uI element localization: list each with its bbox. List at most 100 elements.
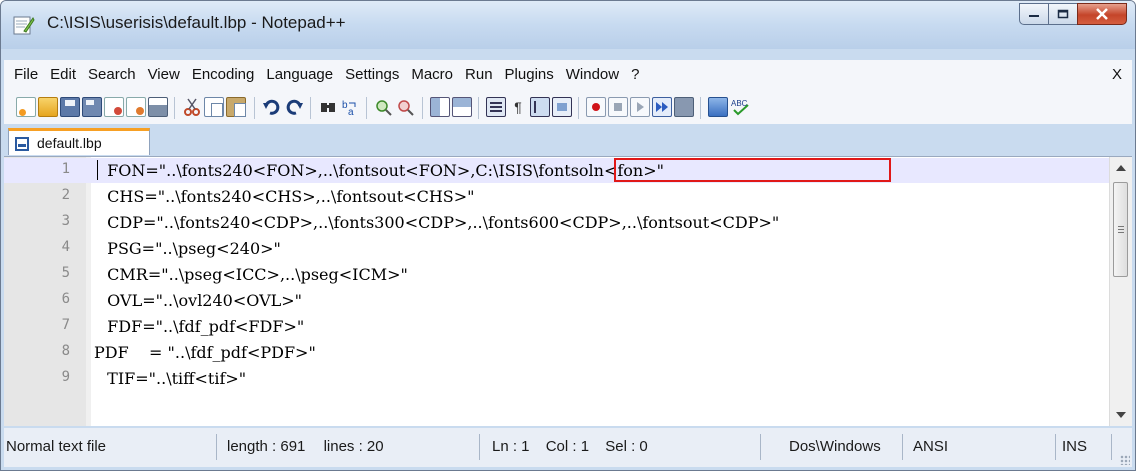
undo-icon[interactable] — [262, 97, 282, 117]
close-icon — [1096, 8, 1108, 20]
line-number: 9 — [61, 369, 70, 385]
line-number: 3 — [61, 213, 70, 229]
scroll-up-arrow-icon[interactable] — [1116, 165, 1126, 171]
line-text[interactable]: PSG="..\pseg<240>" — [97, 239, 281, 258]
word-wrap-icon[interactable] — [486, 97, 506, 117]
status-insert-mode: INS — [1056, 434, 1112, 460]
record-macro-icon[interactable] — [586, 97, 606, 117]
find-icon[interactable] — [318, 97, 338, 117]
editor-line[interactable]: 1 FON="..\fonts240<FON>,..\fontsout<FON>… — [4, 158, 1110, 183]
line-text[interactable]: TIF="..\tiff<tif>" — [97, 369, 246, 388]
menu-edit[interactable]: Edit — [50, 66, 76, 83]
toolbar-separator — [578, 97, 579, 119]
launch-browser-icon[interactable] — [708, 97, 728, 117]
editor-area[interactable]: 1 FON="..\fonts240<FON>,..\fontsout<FON>… — [4, 156, 1132, 426]
editor-line[interactable]: 9 TIF="..\tiff<tif>" — [4, 366, 1110, 391]
menu-macro[interactable]: Macro — [411, 66, 453, 83]
toolbar: ba ¶ ABC — [4, 90, 1132, 124]
toolbar-separator — [254, 97, 255, 119]
sync-horizontal-icon[interactable] — [452, 97, 472, 117]
grip-icon — [1118, 226, 1124, 227]
redo-icon[interactable] — [284, 97, 304, 117]
vertical-scrollbar[interactable] — [1109, 157, 1132, 426]
title-bar[interactable]: C:\ISIS\userisis\default.lbp - Notepad++ — [1, 1, 1135, 49]
spell-check-icon[interactable]: ABC — [730, 97, 750, 117]
stop-record-icon[interactable] — [608, 97, 628, 117]
copy-icon[interactable] — [204, 97, 224, 117]
status-bar: Normal text file length : 691 lines : 20… — [4, 428, 1132, 467]
line-text[interactable]: CMR="..\pseg<ICC>,..\pseg<ICM>" — [97, 265, 408, 284]
close-document-button[interactable]: X — [1112, 66, 1122, 83]
show-all-chars-icon[interactable]: ¶ — [508, 97, 528, 117]
new-file-icon[interactable] — [16, 97, 36, 117]
editor-line[interactable]: 5 CMR="..\pseg<ICC>,..\pseg<ICM>" — [4, 262, 1110, 287]
resize-grip-icon[interactable] — [1120, 455, 1130, 465]
editor-line[interactable]: 6 OVL="..\ovl240<OVL>" — [4, 288, 1110, 313]
menu-plugins[interactable]: Plugins — [505, 66, 554, 83]
menu-search[interactable]: Search — [88, 66, 136, 83]
cut-icon[interactable] — [182, 97, 202, 117]
toolbar-separator — [422, 97, 423, 119]
replace-icon[interactable]: ba — [340, 97, 360, 118]
status-ln: Ln : 1 — [492, 438, 530, 455]
doc-map-icon[interactable] — [552, 97, 572, 117]
scrollbar-thumb[interactable] — [1113, 182, 1128, 277]
menu-window[interactable]: Window — [566, 66, 619, 83]
paste-icon[interactable] — [226, 97, 246, 117]
menu-language[interactable]: Language — [266, 66, 333, 83]
line-text[interactable]: FDF="..\fdf_pdf<FDF>" — [97, 317, 304, 336]
saved-file-icon — [15, 137, 29, 151]
open-file-icon[interactable] — [38, 97, 58, 117]
menu-help[interactable]: ? — [631, 66, 639, 83]
editor-line[interactable]: 8 PDF = "..\fdf_pdf<PDF>" — [4, 340, 1110, 365]
close-all-icon[interactable] — [126, 97, 146, 117]
minimize-icon — [1029, 15, 1039, 17]
close-icon[interactable] — [104, 97, 124, 117]
line-text[interactable]: CDP="..\fonts240<CDP>,..\fonts300<CDP>,.… — [97, 213, 779, 232]
editor-line[interactable]: 2 CHS="..\fonts240<CHS>,..\fontsout<CHS>… — [4, 184, 1110, 209]
menu-encoding[interactable]: Encoding — [192, 66, 255, 83]
status-length: length : 691 — [227, 438, 306, 455]
menu-view[interactable]: View — [148, 66, 180, 83]
play-macro-icon[interactable] — [630, 97, 650, 117]
print-icon[interactable] — [148, 97, 168, 117]
save-all-icon[interactable] — [82, 97, 102, 117]
line-number: 2 — [61, 187, 70, 203]
save-macro-icon[interactable] — [674, 97, 694, 117]
text-cursor — [97, 160, 98, 180]
zoom-out-icon[interactable] — [396, 97, 416, 117]
menu-file[interactable]: File — [14, 66, 38, 83]
indent-guide-icon[interactable] — [530, 97, 550, 117]
line-number: 4 — [61, 239, 70, 255]
maximize-icon — [1057, 9, 1069, 19]
status-position: Ln : 1 Col : 1 Sel : 0 — [480, 434, 761, 460]
menu-settings[interactable]: Settings — [345, 66, 399, 83]
svg-text:a: a — [348, 107, 354, 117]
maximize-button[interactable] — [1048, 3, 1078, 25]
highlight-box — [614, 158, 891, 182]
line-text[interactable]: PDF = "..\fdf_pdf<PDF>" — [94, 343, 316, 362]
sync-vertical-icon[interactable] — [430, 97, 450, 117]
run-macro-multiple-icon[interactable] — [652, 97, 672, 117]
notepad-plus-plus-app-icon[interactable] — [13, 15, 35, 35]
menu-run[interactable]: Run — [465, 66, 493, 83]
line-text[interactable]: CHS="..\fonts240<CHS>,..\fontsout<CHS>" — [97, 187, 474, 206]
tab-label: default.lbp — [37, 135, 102, 151]
status-eol: Dos\Windows — [761, 434, 903, 460]
save-icon[interactable] — [60, 97, 80, 117]
minimize-button[interactable] — [1019, 3, 1049, 25]
line-text[interactable]: OVL="..\ovl240<OVL>" — [97, 291, 302, 310]
status-sel: Sel : 0 — [605, 438, 648, 455]
zoom-in-icon[interactable] — [374, 97, 394, 117]
scroll-down-arrow-icon[interactable] — [1116, 412, 1126, 418]
status-length-lines: length : 691 lines : 20 — [217, 434, 480, 460]
menu-bar: File Edit Search View Encoding Language … — [4, 60, 1132, 90]
tab-default-lbp[interactable]: default.lbp — [8, 128, 150, 155]
editor-line[interactable]: 7 FDF="..\fdf_pdf<FDF>" — [4, 314, 1110, 339]
toolbar-separator — [174, 97, 175, 119]
close-window-button[interactable] — [1077, 3, 1127, 25]
line-text[interactable]: FON="..\fonts240<FON>,..\fontsout<FON>,C… — [97, 161, 664, 180]
line-number: 7 — [61, 317, 70, 333]
editor-line[interactable]: 3 CDP="..\fonts240<CDP>,..\fonts300<CDP>… — [4, 210, 1110, 235]
editor-line[interactable]: 4 PSG="..\pseg<240>" — [4, 236, 1110, 261]
